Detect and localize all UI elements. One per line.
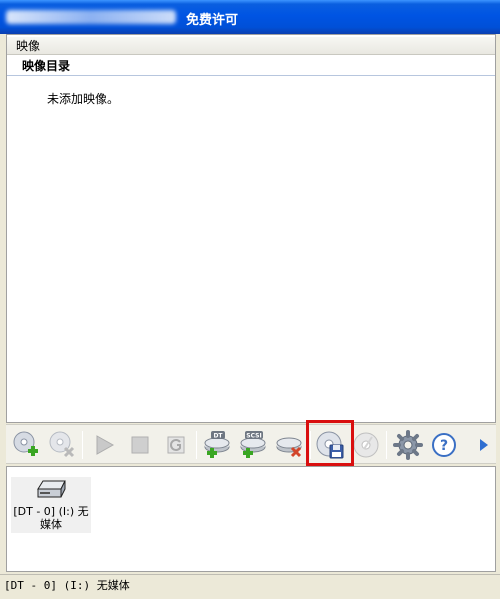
help-button[interactable]: ?: [428, 429, 460, 461]
add-scsi-drive-button[interactable]: SCSI: [238, 429, 270, 461]
toolbar-separator: [386, 431, 387, 459]
toolbar-overflow-button[interactable]: [476, 429, 492, 461]
svg-text:?: ?: [440, 438, 448, 454]
more-arrow-icon: [480, 439, 488, 451]
svg-text:SCSI: SCSI: [246, 433, 261, 440]
remove-image-button[interactable]: [46, 429, 78, 461]
obscured-app-name: [6, 10, 176, 24]
play-icon: [96, 435, 115, 455]
svg-text:DT: DT: [213, 433, 223, 440]
add-dt-drive-icon: DT: [204, 431, 230, 458]
add-dt-drive-button[interactable]: DT: [202, 429, 234, 461]
remove-drive-icon: [276, 437, 302, 458]
mount-button[interactable]: [88, 429, 120, 461]
remove-drive-button[interactable]: [274, 429, 306, 461]
empty-catalog-message: 未添加映像。: [47, 92, 120, 106]
window-title: 免费许可: [186, 13, 239, 28]
stop-icon: [131, 436, 149, 454]
add-scsi-drive-icon: SCSI: [240, 431, 266, 458]
g-button[interactable]: [160, 429, 192, 461]
settings-icon: [393, 430, 423, 460]
toolbar-separator: [196, 431, 197, 459]
help-icon: ?: [432, 433, 456, 457]
virtual-drives-panel: [DT - 0] (I:) 无媒体: [6, 466, 496, 572]
status-bar: [DT - 0] (I:) 无媒体: [0, 574, 500, 599]
main-toolbar: DT SCSI ?: [6, 424, 496, 464]
toolbar-separator: [82, 431, 83, 459]
drive-label: [DT - 0] (I:) 无媒体: [13, 505, 89, 531]
settings-button[interactable]: [392, 429, 424, 461]
burn-disc-icon: [353, 432, 379, 458]
drive-item[interactable]: [DT - 0] (I:) 无媒体: [11, 477, 91, 533]
virtual-drive-icon: [37, 480, 66, 498]
images-group-header[interactable]: 映像: [7, 37, 495, 55]
add-image-icon: [13, 431, 38, 456]
title-bar: 免费许可: [0, 0, 500, 34]
add-image-button[interactable]: [10, 429, 42, 461]
g-icon: [167, 436, 185, 454]
remove-image-icon: [49, 431, 75, 458]
save-image-highlight: [306, 420, 354, 466]
image-catalog-panel: 映像 映像目录 未添加映像。: [6, 34, 496, 423]
unmount-button[interactable]: [124, 429, 156, 461]
burn-disc-button[interactable]: [350, 429, 382, 461]
image-catalog-header[interactable]: 映像目录: [7, 56, 495, 76]
